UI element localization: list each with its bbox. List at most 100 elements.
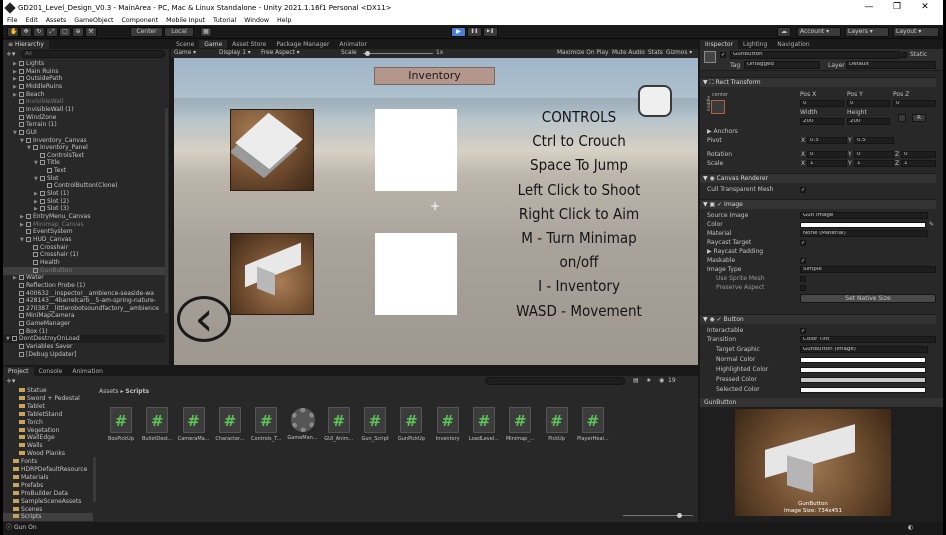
asset-item[interactable]: # Character... [213,407,247,442]
tab-hierarchy[interactable]: ≡ Hierarchy [3,40,49,49]
button-component-header[interactable]: ▼ ◉ ✓ Button [700,314,936,324]
project-folder-item[interactable]: Wood Planks [3,450,93,458]
rotate-tool-icon[interactable]: ↻ [33,27,45,37]
tab-asset-store[interactable]: Asset Store [227,40,271,48]
pressed-color-swatch[interactable] [800,376,926,383]
scale-x-field[interactable]: 1 [807,160,847,167]
move-tool-icon[interactable]: ✥ [20,27,32,37]
hierarchy-scrollbar[interactable] [165,108,168,313]
display-dropdown[interactable]: Display 1 ▾ [219,49,259,58]
asset-item[interactable]: # PickUp [540,407,574,442]
rot-z-field[interactable]: 0 [901,151,936,158]
transition-dropdown[interactable]: Color Tint [800,336,936,343]
menu-edit[interactable]: Edit [22,17,42,24]
project-add-button[interactable]: +▾ [6,377,18,385]
menu-tutorial[interactable]: Tutorial [209,17,240,24]
rect-tool-icon[interactable]: ▢ [59,27,71,37]
object-name-field[interactable]: GunButton [730,51,900,59]
project-folder-item[interactable]: Sword + Pedestal [3,395,93,403]
maskable-checkbox[interactable]: ✓ [800,257,806,264]
cull-checkbox[interactable]: ✓ [800,186,806,193]
grid-snap-icon[interactable]: ▦ [200,27,212,37]
project-folder-item[interactable]: Materials [3,474,93,482]
asset-item[interactable]: # GUI_Anim... [322,407,356,442]
raycast-target-checkbox[interactable]: ✓ [800,239,806,246]
scale-slider[interactable] [363,53,433,54]
project-folder-item[interactable]: Walls [3,442,93,450]
gun-button[interactable] [638,85,672,117]
height-field[interactable]: 200 [847,118,890,125]
source-image-field[interactable]: Gun Image [800,212,928,219]
tab-game[interactable]: Game [199,40,228,48]
asset-item[interactable]: # Inventory [431,407,465,442]
asset-item[interactable]: GameMan... [286,407,320,441]
close-button[interactable]: ✕ [911,0,939,15]
layout-dropdown[interactable]: Layout ▾ [893,27,939,37]
normal-color-swatch[interactable] [800,356,926,363]
project-tree-scrollbar[interactable] [93,457,96,502]
pivot-space-button[interactable]: Local [164,27,194,37]
tab-package-manager[interactable]: Package Manager [271,40,334,48]
tab-console[interactable]: Console [34,367,68,376]
menu-help[interactable]: Help [273,17,295,24]
scale-y-field[interactable]: 1 [854,160,894,167]
asset-item[interactable]: # Minimap_... [503,407,537,442]
menu-mobile-input[interactable]: Mobile Input [162,17,209,24]
eyedropper-icon[interactable]: ✎ [929,220,934,229]
canvas-renderer-header[interactable]: ▼ ◉ Canvas Renderer [700,173,936,183]
project-folder-item[interactable]: Scripts [3,513,93,522]
asset-item[interactable]: # BoxPickUp [104,407,138,442]
blueprint-mode-button[interactable] [898,114,906,122]
active-checkbox[interactable]: ✓ [720,52,726,58]
pivot-y-field[interactable]: 0.5 [854,137,894,144]
static-checkbox[interactable] [901,51,907,58]
asset-item[interactable]: # Controls_T... [249,407,283,442]
icon-size-slider-handle[interactable] [677,513,682,518]
hierarchy-search-input[interactable] [21,50,165,58]
tab-animator[interactable]: Animator [334,40,372,48]
project-folder-item[interactable]: WallEdge [3,434,93,442]
project-folder-item[interactable]: Vegetation [3,427,93,435]
hierarchy-item[interactable]: [Debug Updater] [3,351,165,359]
raycast-padding-row[interactable]: ▶ Raycast Padding [700,247,936,256]
scale-slider-handle[interactable] [365,51,370,56]
color-swatch[interactable] [800,221,926,228]
layers-dropdown[interactable]: Layers ▾ [845,27,889,37]
asset-item[interactable]: # GunPickUp [394,407,428,442]
inventory-slot-gun[interactable] [230,233,314,315]
project-folder-item[interactable]: Torch [3,419,93,427]
custom-tool-icon[interactable]: ⚒ [85,27,97,37]
tag-dropdown[interactable]: Untagged [744,61,820,69]
highlighted-color-swatch[interactable] [800,366,926,373]
project-folder-item[interactable]: Scenes [3,506,93,514]
tab-navigation[interactable]: Navigation [772,40,814,49]
set-native-size-button[interactable]: Set Native Size [800,294,936,303]
project-folder-item[interactable]: Statue [3,387,93,395]
menu-gameobject[interactable]: GameObject [70,17,117,24]
asset-item[interactable]: # CameraMa... [177,407,211,442]
asset-item[interactable]: # BulletDest... [140,407,174,442]
project-folder-item[interactable]: Fonts [3,458,93,466]
width-field[interactable]: 200 [800,118,844,125]
stats-toggle[interactable]: Stats [648,49,663,58]
scale-z-field[interactable]: 1 [901,160,936,167]
inventory-slot-box[interactable] [230,109,314,191]
material-field[interactable]: None (Material) [800,230,928,237]
selected-color-swatch[interactable] [800,386,926,393]
mute-audio-toggle[interactable]: Mute Audio [612,49,645,58]
play-button[interactable]: ▶ [451,27,466,37]
inventory-slot-3[interactable] [375,233,457,315]
account-dropdown[interactable]: Account ▾ [797,27,841,37]
tab-scene[interactable]: Scene [171,40,199,48]
back-arrow-icon[interactable]: ‹ [177,295,231,343]
scale-tool-icon[interactable]: ⤢ [46,27,58,37]
aspect-dropdown[interactable]: Free Aspect ▾ [261,49,331,58]
hand-tool-icon[interactable]: ✋ [7,27,19,37]
pivot-mode-button[interactable]: Center [130,27,163,37]
game-mode-dropdown[interactable]: Game ▾ [174,49,214,58]
menu-window[interactable]: Window [240,17,273,24]
use-sprite-mesh-checkbox[interactable] [800,275,806,282]
hierarchy-add-button[interactable]: +▾ [6,50,18,58]
project-folder-item[interactable]: HDRPDefaultResource [3,466,93,474]
project-folder-item[interactable]: TabletStand [3,411,93,419]
